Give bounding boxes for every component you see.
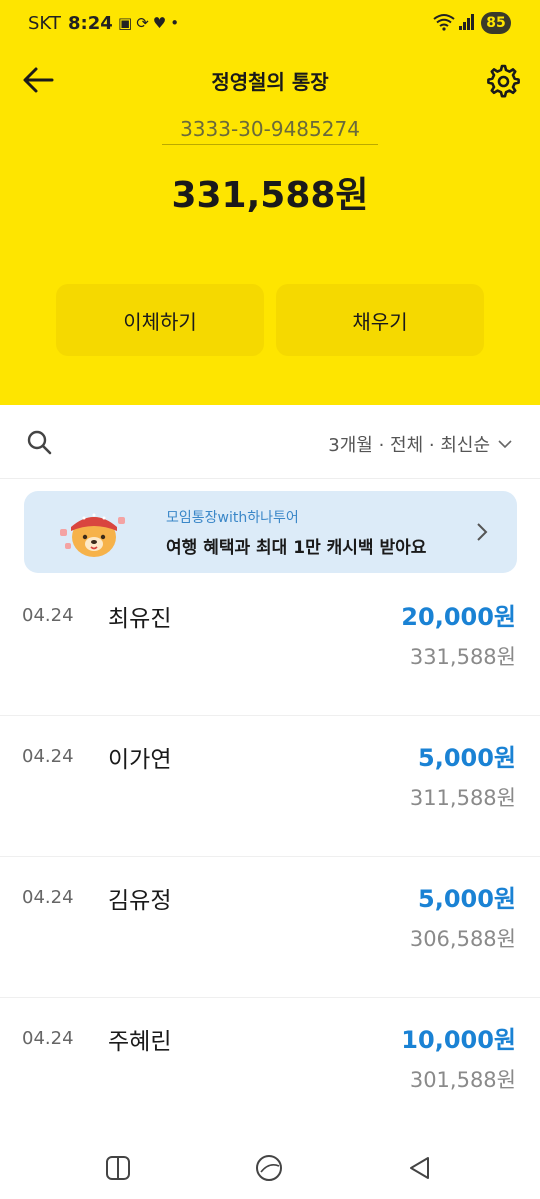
page-title: 정영철의 통장 <box>211 70 329 94</box>
recent-apps-button[interactable] <box>102 1152 134 1184</box>
transaction-name: 김유정 <box>108 888 172 914</box>
transaction-date: 04.24 <box>22 887 74 908</box>
clock: 8:24 <box>68 13 113 34</box>
search-button[interactable] <box>26 429 54 457</box>
promo-banner[interactable]: 모임통장with하나투어 여행 혜택과 최대 1만 캐시백 받아요 <box>24 491 517 573</box>
transaction-date: 04.24 <box>22 1028 74 1049</box>
chevron-down-icon <box>498 440 512 449</box>
promo-subtitle: 모임통장with하나투어 <box>166 510 299 526</box>
transaction-amount: 5,000원 <box>418 744 516 772</box>
notification-icons: ▣⟳♥• <box>118 14 183 32</box>
transaction-balance-after: 311,588원 <box>409 786 516 810</box>
filter-label: 3개월 · 전체 · 최신순 <box>328 435 490 456</box>
battery-indicator: 85 <box>481 12 511 34</box>
chevron-right-icon <box>477 523 488 541</box>
transaction-row[interactable]: 04.24 주혜린 10,000원 301,588원 <box>0 998 540 1139</box>
transaction-name: 주혜린 <box>108 1029 172 1055</box>
transaction-row[interactable]: 04.24 김유정 5,000원 306,588원 <box>0 857 540 998</box>
carrier-label: SKT <box>28 13 61 34</box>
transaction-row[interactable]: 04.24 이가연 5,000원 311,588원 <box>0 716 540 857</box>
filter-bar: 3개월 · 전체 · 최신순 <box>0 405 540 479</box>
transaction-date: 04.24 <box>22 605 74 626</box>
account-balance: 331,588원 <box>171 175 369 216</box>
transaction-amount: 5,000원 <box>418 885 516 913</box>
gear-icon <box>487 64 520 98</box>
search-icon <box>27 430 52 455</box>
sync-icon: ⟳ <box>136 14 153 32</box>
transaction-amount: 20,000원 <box>401 603 516 631</box>
home-icon <box>256 1155 282 1181</box>
back-button[interactable] <box>20 62 56 98</box>
arrow-left-icon <box>23 67 54 93</box>
transaction-balance-after: 306,588원 <box>409 927 516 951</box>
promo-title: 여행 혜택과 최대 1만 캐시백 받아요 <box>166 538 427 558</box>
signal-icon <box>459 14 475 30</box>
settings-button[interactable] <box>484 62 520 98</box>
status-bar: SKT 8:24 ▣⟳♥• 85 <box>0 0 540 50</box>
system-nav-bar <box>0 1140 540 1199</box>
screenshot-icon: ▣ <box>118 14 137 32</box>
transaction-balance-after: 301,588원 <box>409 1068 516 1092</box>
transaction-name: 최유진 <box>108 606 172 632</box>
home-button[interactable] <box>253 1152 285 1184</box>
transaction-amount: 10,000원 <box>401 1026 516 1054</box>
app-header: 정영철의 통장 <box>0 50 540 110</box>
heart-icon: ♥ <box>152 14 171 32</box>
transaction-balance-after: 331,588원 <box>409 645 516 669</box>
recent-apps-icon <box>106 1156 130 1180</box>
transfer-button[interactable]: 이체하기 <box>56 284 264 356</box>
back-nav-button[interactable] <box>404 1152 436 1184</box>
mascot-icon <box>60 513 125 557</box>
account-number[interactable]: 3333-30-9485274 <box>162 117 378 145</box>
transaction-name: 이가연 <box>108 747 172 773</box>
wifi-icon <box>433 13 455 35</box>
dot-icon: • <box>170 14 184 32</box>
fill-button[interactable]: 채우기 <box>276 284 484 356</box>
transaction-date: 04.24 <box>22 746 74 767</box>
transaction-row[interactable]: 04.24 최유진 20,000원 331,588원 <box>0 575 540 716</box>
triangle-back-icon <box>410 1157 429 1179</box>
filter-dropdown[interactable]: 3개월 · 전체 · 최신순 <box>328 431 512 457</box>
